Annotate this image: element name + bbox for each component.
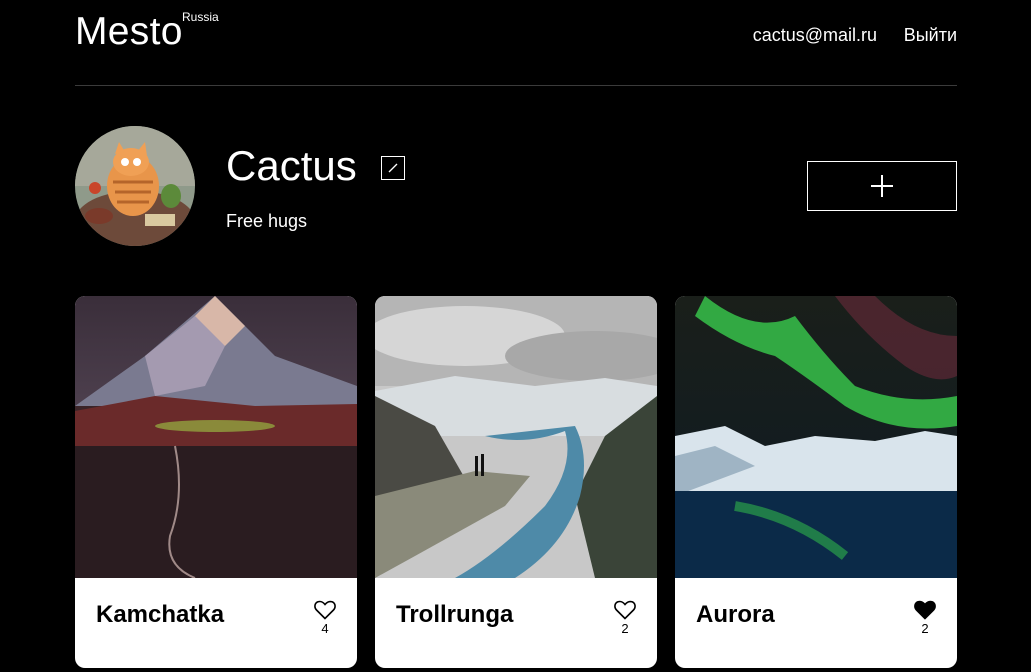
like-group: 2	[913, 600, 937, 636]
card-title: Kamchatka	[96, 601, 225, 628]
like-count: 2	[921, 621, 929, 636]
edit-profile-button[interactable]	[381, 156, 405, 180]
card-image[interactable]	[375, 296, 657, 578]
add-card-button[interactable]	[807, 161, 957, 211]
avatar[interactable]	[75, 126, 195, 246]
heart-outline-icon[interactable]	[614, 600, 636, 620]
card: Trollrunga 2	[375, 296, 657, 668]
page: Mesto Russia cactus@mail.ru Выйти Cactus…	[0, 0, 1031, 672]
avatar-image	[75, 126, 195, 246]
card: Kamchatka 4	[75, 296, 357, 668]
card-image[interactable]	[75, 296, 357, 578]
profile-name: Cactus	[226, 142, 357, 189]
like-count: 4	[321, 621, 329, 636]
pencil-icon	[388, 163, 398, 173]
like-group: 4	[313, 600, 337, 636]
card-title: Aurora	[696, 601, 775, 628]
logo-region: Russia	[182, 10, 219, 24]
logout-button[interactable]: Выйти	[904, 25, 957, 46]
like-group: 2	[613, 600, 637, 636]
heart-filled-icon[interactable]	[914, 600, 936, 620]
card-title: Trollrunga	[396, 601, 514, 628]
heart-outline-icon[interactable]	[314, 600, 336, 620]
header: Mesto Russia cactus@mail.ru Выйти	[75, 0, 957, 86]
user-email: cactus@mail.ru	[752, 25, 877, 45]
card-image[interactable]	[675, 296, 957, 578]
like-count: 2	[621, 621, 629, 636]
logo[interactable]: Mesto	[75, 10, 183, 54]
profile-about: Free hugs	[226, 211, 308, 231]
card: Aurora 2	[675, 296, 957, 668]
plus-icon	[871, 175, 893, 197]
